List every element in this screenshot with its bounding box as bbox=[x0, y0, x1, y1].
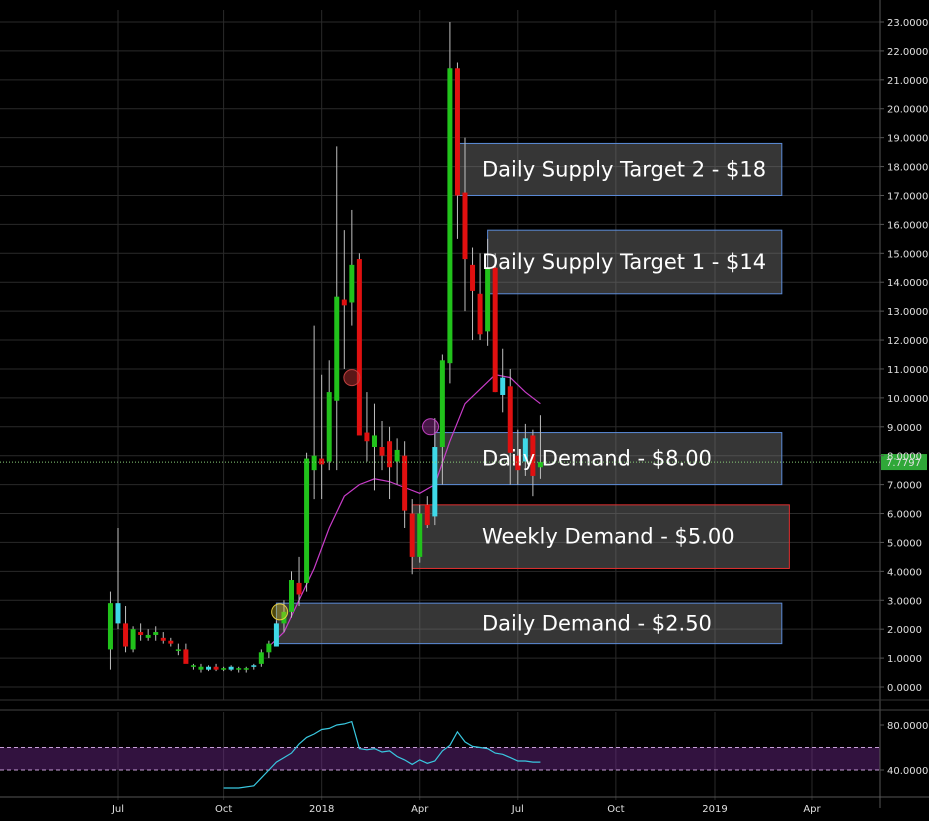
y-tick-label: 12.0000 bbox=[887, 336, 928, 347]
candle-body bbox=[356, 259, 362, 436]
candle-body bbox=[153, 632, 159, 635]
marker-circle bbox=[271, 603, 289, 621]
candle-body bbox=[417, 513, 423, 557]
zone-label: Daily Demand - $8.00 bbox=[482, 447, 712, 471]
y-tick-label: 2.0000 bbox=[887, 625, 922, 636]
candle-body bbox=[500, 377, 506, 395]
x-tick-label: Apr bbox=[411, 804, 429, 815]
candle-body bbox=[439, 360, 445, 448]
candle-body bbox=[485, 267, 491, 332]
y-tick-label: 1.0000 bbox=[887, 654, 922, 665]
candle-body bbox=[492, 267, 498, 393]
y-tick-label: 11.0000 bbox=[887, 365, 928, 376]
candle-body bbox=[190, 665, 196, 667]
x-tick-label: 2018 bbox=[309, 804, 334, 815]
candle-body bbox=[409, 513, 415, 557]
y-tick-label: 19.0000 bbox=[887, 134, 928, 145]
candle-body bbox=[462, 192, 468, 260]
y-tick-label: 5.0000 bbox=[887, 538, 922, 549]
candle-body bbox=[387, 441, 393, 468]
y-tick-label: 3.0000 bbox=[887, 596, 922, 607]
y-tick-label: 21.0000 bbox=[887, 76, 928, 87]
candle-body bbox=[507, 386, 513, 453]
candle-body bbox=[206, 666, 212, 670]
y-tick-label: 22.0000 bbox=[887, 47, 928, 58]
candle-body bbox=[273, 623, 279, 647]
x-tick-label: Apr bbox=[803, 804, 821, 815]
x-tick-label: 2019 bbox=[702, 804, 727, 815]
y-tick-label: 18.0000 bbox=[887, 163, 928, 174]
candle-body bbox=[145, 634, 151, 638]
candle-body bbox=[123, 623, 129, 647]
y-tick-label: 13.0000 bbox=[887, 307, 928, 318]
y-tick-label: 10.0000 bbox=[887, 394, 928, 405]
y-tick-label: 17.0000 bbox=[887, 191, 928, 202]
y-tick-label: 8.0000 bbox=[887, 452, 922, 463]
candle-body bbox=[341, 299, 347, 306]
chart: Daily Supply Target 2 - $18 Daily Supply … bbox=[0, 0, 929, 821]
candle-body bbox=[243, 668, 249, 670]
marker-circle bbox=[422, 418, 440, 436]
candle-body bbox=[319, 458, 325, 465]
candle-body bbox=[266, 643, 272, 653]
y-tick-label: 20.0000 bbox=[887, 105, 928, 116]
candle-body bbox=[371, 435, 377, 448]
candle-body bbox=[447, 68, 453, 364]
candle-body bbox=[334, 296, 340, 401]
candle-body bbox=[311, 455, 317, 471]
candle-body bbox=[288, 580, 294, 612]
y-tick-label: 0.0000 bbox=[887, 683, 922, 694]
candle-body bbox=[160, 637, 166, 641]
candle-body bbox=[175, 649, 181, 651]
x-tick-label: Jul bbox=[111, 804, 124, 815]
zone-label: Weekly Demand - $5.00 bbox=[482, 525, 735, 549]
candle-body bbox=[258, 652, 264, 664]
y-tick-label: 7.0000 bbox=[887, 481, 922, 492]
osc-y-tick-label: 40.0000 bbox=[887, 766, 928, 777]
candle-body bbox=[402, 455, 408, 511]
candle-body bbox=[107, 603, 113, 650]
candle-body bbox=[326, 392, 332, 462]
x-tick-label: Oct bbox=[215, 804, 232, 815]
y-tick-label: 9.0000 bbox=[887, 423, 922, 434]
y-tick-label: 23.0000 bbox=[887, 18, 928, 29]
candle-body bbox=[130, 629, 136, 650]
candle-body bbox=[115, 603, 121, 624]
candle-body bbox=[221, 668, 227, 670]
x-tick-label: Jul bbox=[511, 804, 524, 815]
candle-body bbox=[213, 666, 219, 670]
y-tick-label: 14.0000 bbox=[887, 278, 928, 289]
zone-label: Daily Demand - $2.50 bbox=[482, 611, 712, 635]
candle-body bbox=[394, 449, 400, 462]
candle-body bbox=[183, 649, 189, 664]
candle-body bbox=[168, 640, 174, 644]
candle-body bbox=[364, 432, 370, 442]
candle-body bbox=[304, 458, 310, 583]
candle-body bbox=[424, 504, 430, 526]
y-tick-label: 4.0000 bbox=[887, 567, 922, 578]
candle-body bbox=[379, 447, 385, 456]
candle-body bbox=[198, 666, 204, 670]
zone-label: Daily Supply Target 1 - $14 bbox=[482, 250, 766, 274]
candle-body bbox=[138, 632, 144, 635]
candle-body bbox=[349, 264, 355, 303]
osc-y-tick-label: 80.0000 bbox=[887, 721, 928, 732]
candle-body bbox=[477, 293, 483, 335]
candle-body bbox=[432, 447, 438, 517]
candle-body bbox=[251, 665, 257, 667]
zone-label: Daily Supply Target 2 - $18 bbox=[482, 157, 766, 181]
candle-body bbox=[296, 582, 302, 595]
candle-body bbox=[228, 666, 234, 670]
candle-body bbox=[470, 264, 476, 291]
osc-band bbox=[0, 747, 880, 770]
candle-body bbox=[236, 668, 242, 670]
y-tick-label: 15.0000 bbox=[887, 249, 928, 260]
y-tick-label: 6.0000 bbox=[887, 510, 922, 521]
marker-circle bbox=[343, 369, 361, 387]
x-tick-label: Oct bbox=[607, 804, 624, 815]
y-tick-label: 16.0000 bbox=[887, 220, 928, 231]
candle-body bbox=[454, 68, 460, 196]
